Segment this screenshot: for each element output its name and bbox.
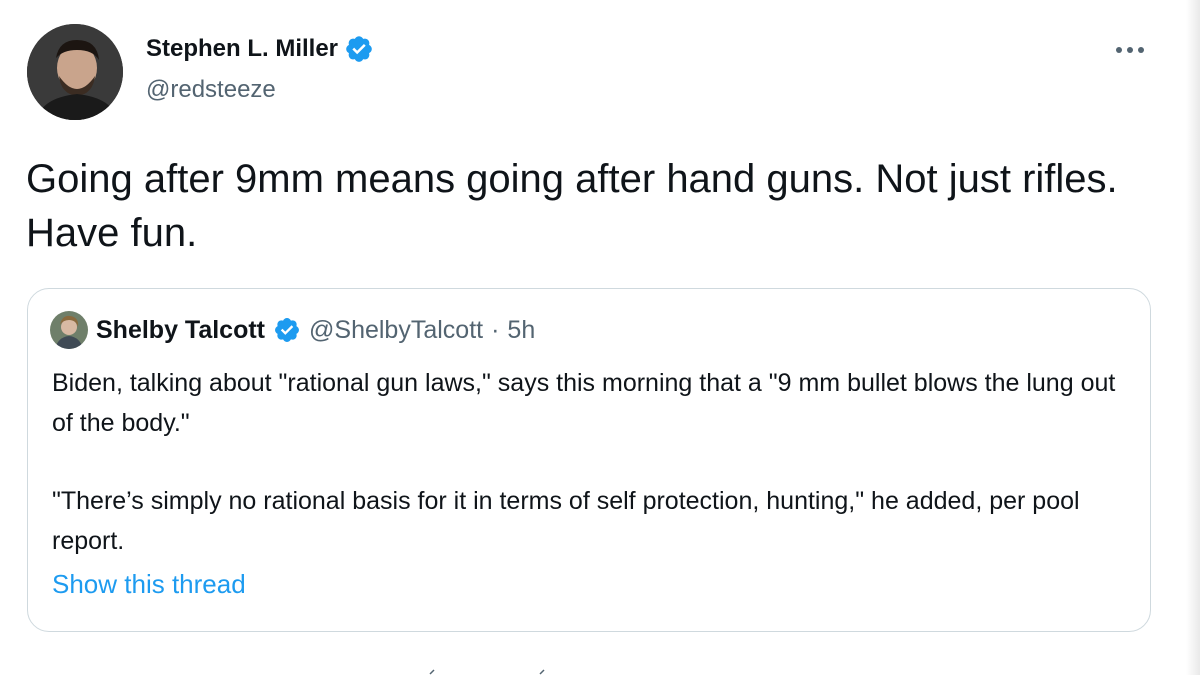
tweet: Stephen L. Miller @redsteeze Going after… <box>0 0 1200 675</box>
tweet-text: Going after 9mm means going after hand g… <box>26 157 1129 255</box>
cropped-action-icons <box>429 669 545 675</box>
author-name[interactable]: Stephen L. Miller <box>146 34 374 64</box>
quoted-author-name: Shelby Talcott <box>96 315 266 344</box>
quoted-tweet-timestamp[interactable]: 5h <box>507 316 535 345</box>
author-avatar[interactable] <box>27 24 123 120</box>
author-name-text: Stephen L. Miller <box>146 35 339 62</box>
verified-badge-icon <box>344 34 374 64</box>
quoted-tweet-paragraph: "There’s simply no rational basis for it… <box>52 487 1080 555</box>
quoted-tweet-card[interactable]: Shelby Talcott @ShelbyTalcott · 5h Biden… <box>27 288 1151 632</box>
avatar-photo-icon <box>27 24 123 120</box>
quoted-author-handle: @ShelbyTalcott <box>309 315 484 344</box>
avatar-photo-icon <box>50 311 88 349</box>
separator-dot: · <box>491 315 500 344</box>
more-options-button[interactable] <box>1110 30 1150 70</box>
quoted-author-avatar[interactable] <box>50 311 88 349</box>
quoted-tweet-text: Biden, talking about "rational gun laws,… <box>52 363 1132 561</box>
quoted-tweet-paragraph: Biden, talking about "rational gun laws,… <box>52 369 1116 437</box>
show-thread-link[interactable]: Show this thread <box>52 569 246 600</box>
verified-badge-icon <box>273 316 301 344</box>
quoted-tweet-header: Shelby Talcott @ShelbyTalcott · 5h <box>50 311 535 349</box>
more-options-icon <box>1116 47 1144 53</box>
scrollbar-edge <box>1186 0 1200 675</box>
author-handle[interactable]: @redsteeze <box>146 76 276 104</box>
